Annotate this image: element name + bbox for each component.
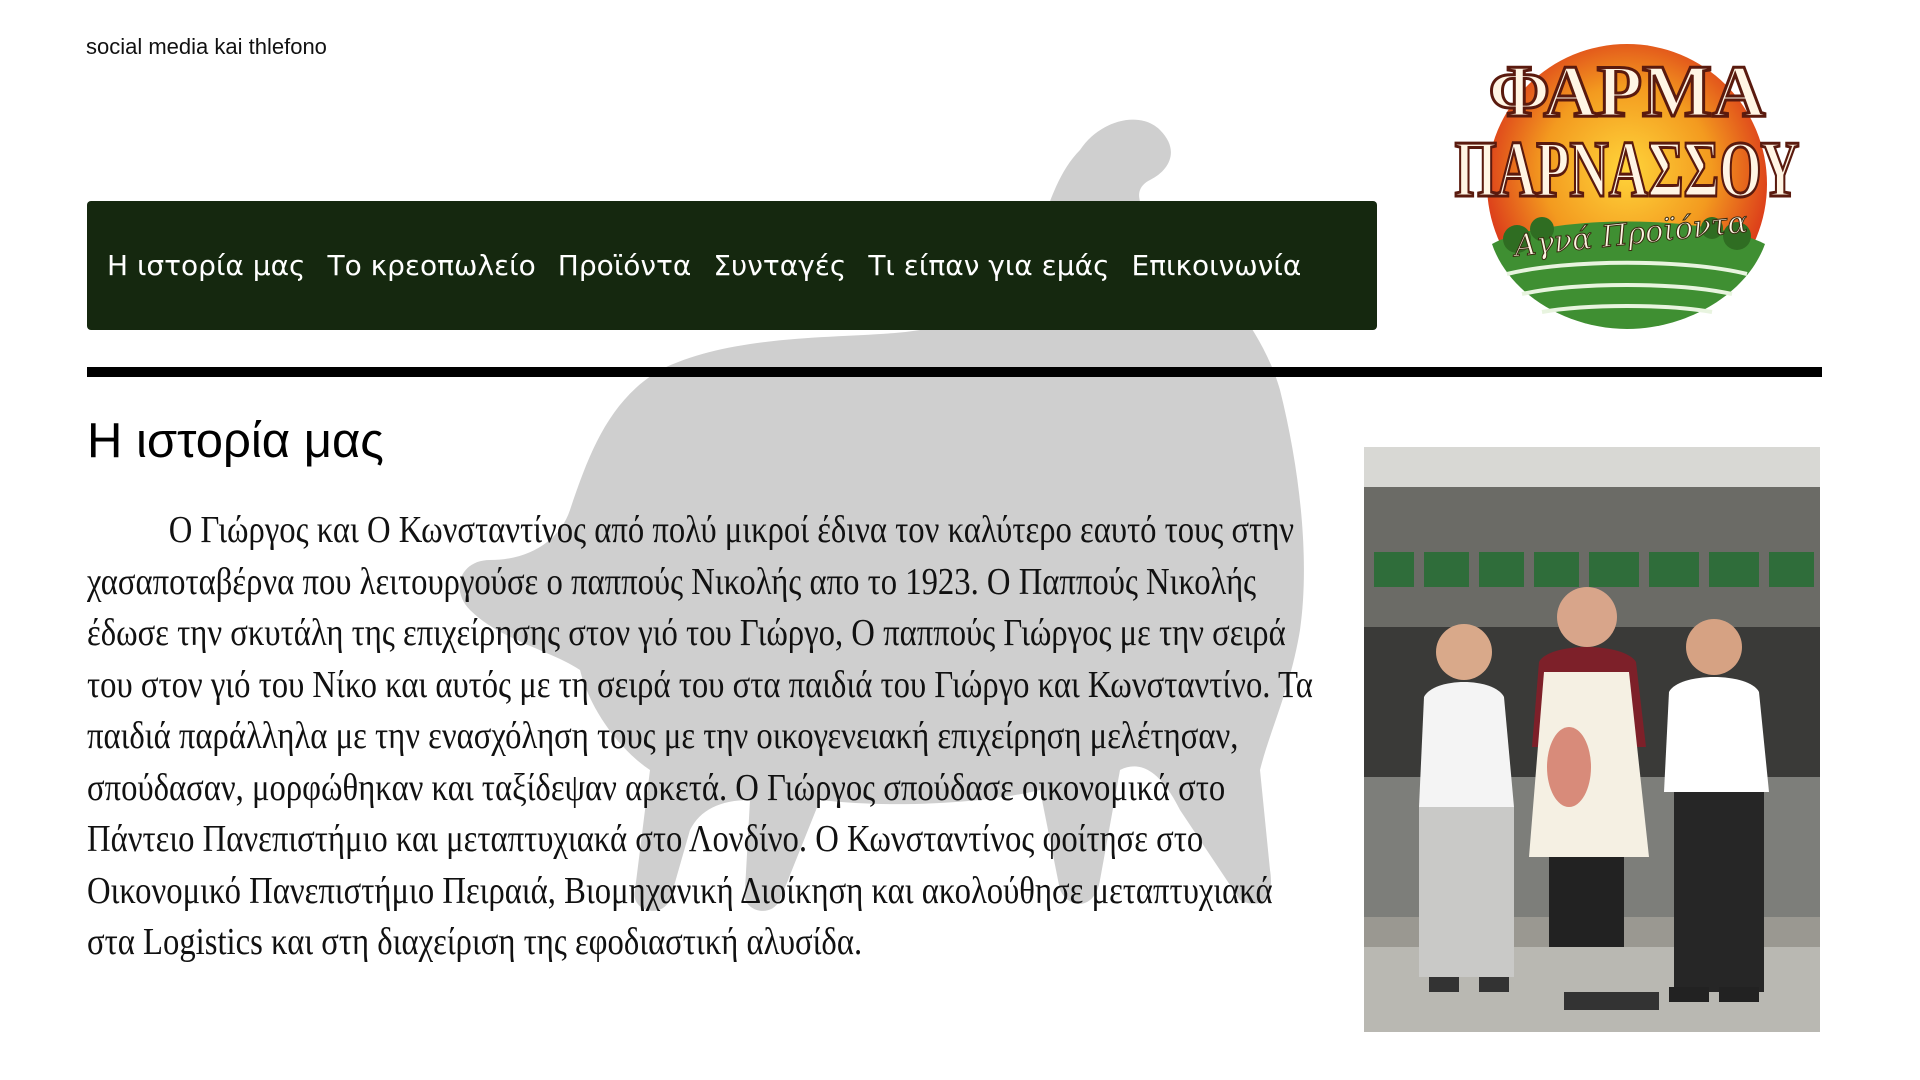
nav-item-our-story[interactable]: Η ιστορία μας bbox=[107, 249, 305, 282]
story-paragraph: Ο Γιώργος και Ο Κωνσταντίνος από πολύ μι… bbox=[87, 509, 1313, 963]
nav-item-products[interactable]: Προϊόντα bbox=[558, 249, 692, 282]
logo-line2: ΠΑΡΝΑΣΣΟΥ bbox=[1455, 126, 1800, 214]
social-media-phone-text: social media kai thlefono bbox=[86, 34, 327, 59]
nav-item-butcher-shop[interactable]: Το κρεοπωλείο bbox=[327, 249, 535, 282]
nav-item-testimonials[interactable]: Τι είπαν για εμάς bbox=[868, 249, 1109, 282]
page: social media kai thlefono Η ιστορία μας … bbox=[0, 0, 1920, 1080]
logo-line1: ΦΑΡΜΑ bbox=[1489, 51, 1766, 133]
farma-parnassou-logo[interactable]: ΦΑΡΜΑ ΠΑΡΝΑΣΣΟΥ Αγνά Προϊόντα bbox=[1447, 24, 1807, 334]
nav-item-contact[interactable]: Επικοινωνία bbox=[1132, 249, 1302, 282]
nav-item-recipes[interactable]: Συνταγές bbox=[713, 249, 846, 282]
main-navigation: Η ιστορία μας Το κρεοπωλείο Προϊόντα Συν… bbox=[87, 201, 1377, 330]
header-divider bbox=[87, 367, 1822, 377]
butchers-photo bbox=[1364, 447, 1820, 1032]
page-title: Η ιστορία μας bbox=[87, 414, 384, 468]
